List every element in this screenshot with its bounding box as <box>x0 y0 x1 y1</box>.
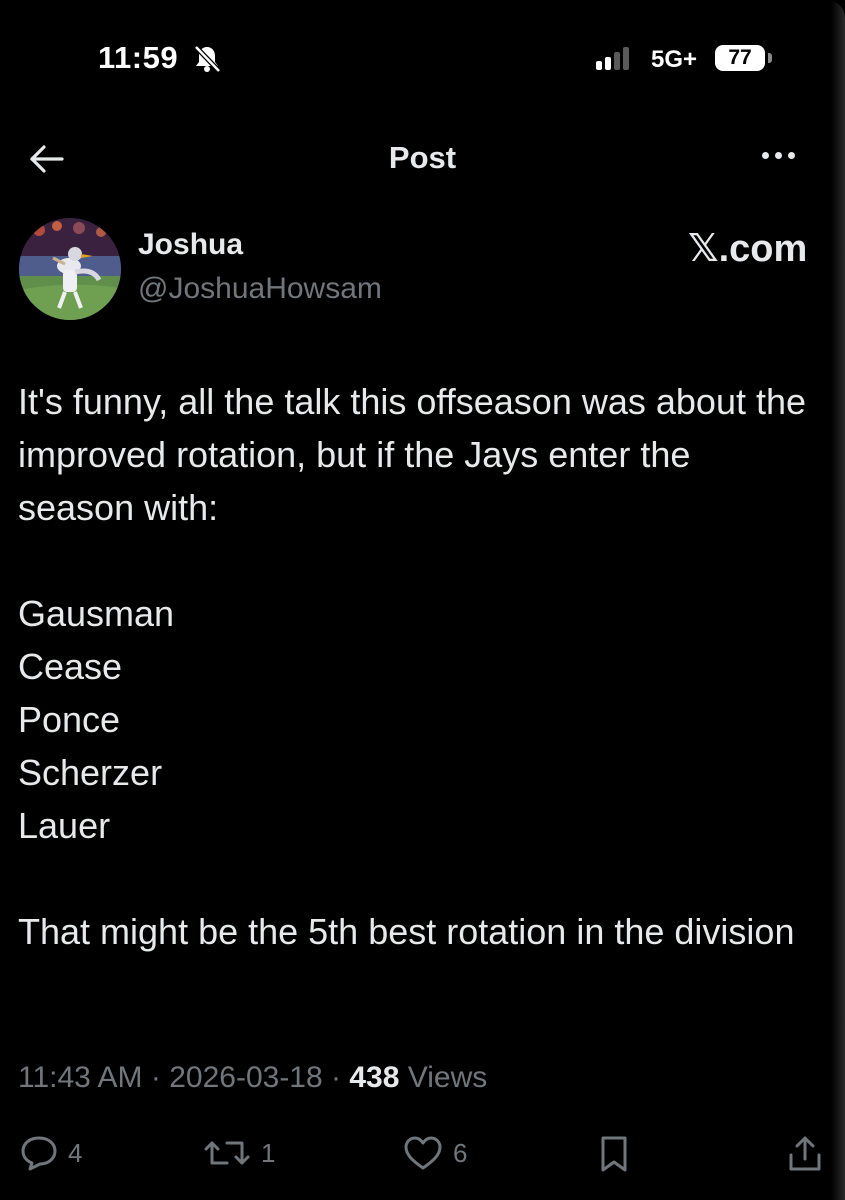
author-handle[interactable]: @JoshuaHowsam <box>138 272 382 306</box>
meta-separator: · <box>331 1061 342 1094</box>
signal-bars-icon <box>596 47 629 70</box>
more-dots-icon[interactable] <box>762 152 795 159</box>
device-edge <box>831 0 845 1200</box>
post-meta: 11:43 AM · 2026-03-18 · 438 Views <box>18 1061 487 1095</box>
post-paragraph: It's funny, all the talk this offseason … <box>18 381 807 528</box>
battery-icon: 77 <box>715 45 765 71</box>
repost-button[interactable]: 1 <box>203 1135 275 1171</box>
meta-separator: · <box>150 1061 161 1094</box>
author-name[interactable]: Joshua <box>138 228 243 262</box>
network-type: 5G+ <box>651 46 698 73</box>
status-time: 11:59 <box>98 40 179 75</box>
reply-icon <box>21 1136 57 1171</box>
share-button[interactable] <box>788 1135 822 1173</box>
bookmark-button[interactable] <box>597 1135 631 1173</box>
battery-tip <box>768 53 772 63</box>
reply-count: 4 <box>68 1137 83 1168</box>
post-time: 11:43 AM <box>18 1061 143 1094</box>
bookmark-icon <box>601 1136 627 1172</box>
post-date: 2026-03-18 <box>169 1061 323 1094</box>
views-count: 438 <box>349 1061 400 1094</box>
like-count: 6 <box>453 1137 468 1168</box>
avatar[interactable] <box>19 218 121 320</box>
share-icon <box>789 1136 821 1171</box>
views-label: Views <box>407 1061 488 1094</box>
repost-count: 1 <box>261 1137 276 1168</box>
post-paragraph: Gausman Cease Ponce Scherzer Lauer <box>18 593 175 846</box>
repost-icon <box>204 1141 250 1165</box>
like-icon <box>404 1136 442 1170</box>
reply-button[interactable]: 4 <box>20 1135 82 1171</box>
page-title: Post <box>388 140 457 175</box>
avatar-image <box>19 218 121 320</box>
phone-screen: 11:59 5G+ 77 Post Joshua @JoshuaHowsam 𝕏… <box>0 0 845 1200</box>
like-button[interactable]: 6 <box>403 1135 467 1171</box>
bell-slash-icon <box>194 45 221 73</box>
source-brand: 𝕏.com <box>688 228 808 270</box>
post-paragraph: That might be the 5th best rotation in t… <box>18 911 795 952</box>
battery-level: 77 <box>728 46 752 69</box>
post-text: It's funny, all the talk this offseason … <box>18 375 808 958</box>
